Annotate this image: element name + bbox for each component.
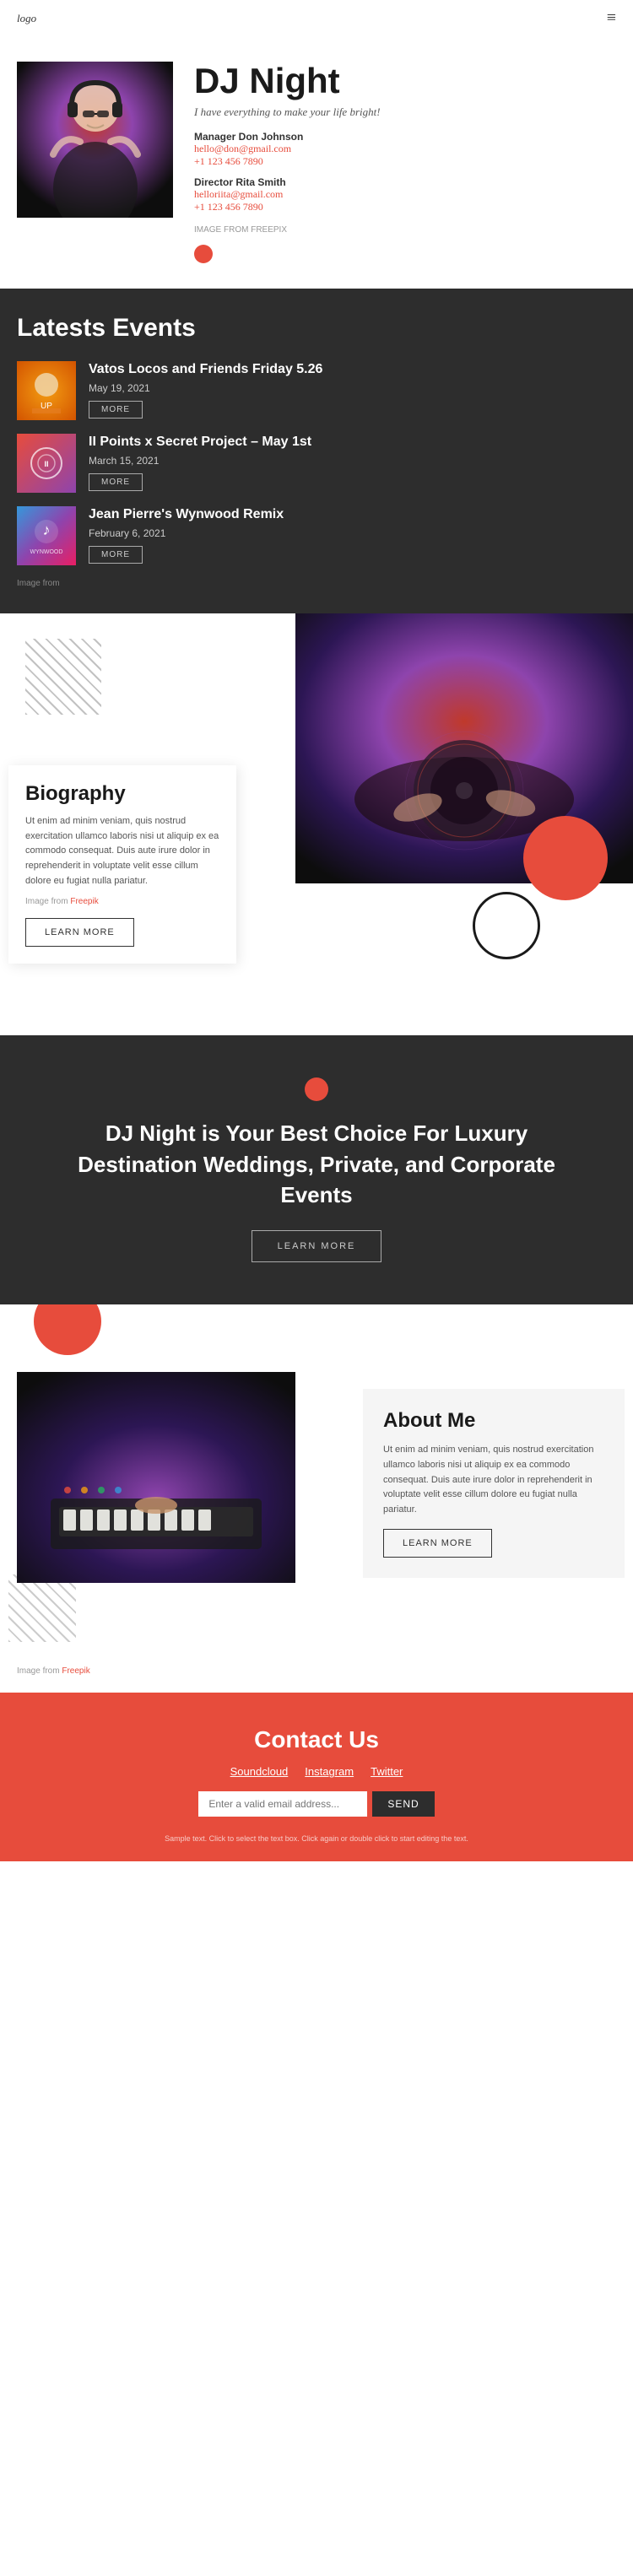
footer-note: Sample text. Click to select the text bo… [17, 1833, 616, 1844]
about-image-from-link[interactable]: Freepik [62, 1666, 89, 1676]
event-date-3: February 6, 2021 [89, 527, 616, 539]
event-more-btn-3[interactable]: MORE [89, 546, 143, 564]
about-image-from: Image from Freepik [17, 1666, 90, 1676]
send-button[interactable]: SEND [372, 1791, 434, 1817]
contact-link-soundcloud[interactable]: Soundcloud [230, 1765, 289, 1778]
header: logo ≡ [0, 0, 633, 36]
event-name-1: Vatos Locos and Friends Friday 5.26 [89, 361, 616, 379]
contact-section: Manager Don Johnson hello@don@gmail.com … [194, 131, 616, 213]
events-section: Latests Events UP Vatos Locos and Friend… [0, 289, 633, 613]
about-title: About Me [383, 1409, 604, 1433]
bio-title: Biography [25, 782, 219, 806]
contact-title: Contact Us [17, 1726, 616, 1753]
contact-form: SEND [17, 1791, 616, 1817]
contact-link-instagram[interactable]: Instagram [305, 1765, 354, 1778]
hero-image-from: IMAGE FROM FREEPIX [194, 225, 616, 235]
hero-red-dot [194, 245, 213, 263]
event-thumb-2: II [17, 434, 76, 493]
director-phone: +1 123 456 7890 [194, 201, 616, 213]
hero-subtitle: I have everything to make your life brig… [194, 105, 616, 119]
cta-learn-more-btn[interactable]: LEARN MORE [252, 1230, 382, 1262]
event-item-3: ♪ WYNWOOD Jean Pierre's Wynwood Remix Fe… [17, 506, 616, 565]
hero-title: DJ Night [194, 62, 616, 100]
event-date-2: March 15, 2021 [89, 455, 616, 467]
director-email: helloriita@gmail.com [194, 188, 616, 201]
bio-image-from-link[interactable]: Freepik [70, 897, 98, 906]
cta-red-dot [305, 1077, 328, 1101]
event-thumb-1: UP [17, 361, 76, 420]
about-section: About Me Ut enim ad minim veniam, quis n… [0, 1304, 633, 1693]
contact-links: Soundcloud Instagram Twitter [17, 1765, 616, 1778]
hamburger-icon[interactable]: ≡ [607, 8, 616, 28]
bio-card: Biography Ut enim ad minim veniam, quis … [8, 765, 236, 964]
email-input[interactable] [198, 1791, 367, 1817]
about-red-circle [34, 1304, 101, 1355]
bio-image-from: Image from Freepik [25, 897, 219, 906]
hero-section: DJ Night I have everything to make your … [0, 36, 633, 289]
about-learn-more-btn[interactable]: LEARN MORE [383, 1529, 492, 1558]
event-info-1: Vatos Locos and Friends Friday 5.26 May … [76, 361, 616, 419]
biography-section: Biography Ut enim ad minim veniam, quis … [0, 613, 633, 1035]
about-image [17, 1372, 295, 1583]
manager-name: Manager Don Johnson [194, 131, 616, 143]
event-more-btn-1[interactable]: MORE [89, 401, 143, 419]
hero-image [17, 62, 173, 218]
bio-black-circle [473, 892, 540, 959]
hero-person-svg [17, 62, 173, 218]
manager-phone: +1 123 456 7890 [194, 155, 616, 168]
bio-learn-more-btn[interactable]: LEARN MORE [25, 918, 134, 947]
cta-section: DJ Night is Your Best Choice For Luxury … [0, 1035, 633, 1304]
bio-red-circle [523, 816, 608, 900]
event-name-3: Jean Pierre's Wynwood Remix [89, 506, 616, 524]
director-name: Director Rita Smith [194, 176, 616, 188]
bio-text: Ut enim ad minim veniam, quis nostrud ex… [25, 814, 219, 888]
svg-text:II: II [44, 460, 48, 468]
event-thumb-3: ♪ WYNWOOD [17, 506, 76, 565]
svg-text:WYNWOOD: WYNWOOD [30, 549, 63, 555]
hero-content: DJ Night I have everything to make your … [173, 62, 616, 263]
event-info-2: II Points x Secret Project – May 1st Mar… [76, 434, 616, 491]
event-info-3: Jean Pierre's Wynwood Remix February 6, … [76, 506, 616, 564]
manager-email: hello@don@gmail.com [194, 143, 616, 155]
event-name-2: II Points x Secret Project – May 1st [89, 434, 616, 451]
svg-text:♪: ♪ [43, 521, 51, 538]
about-stripe-decoration [8, 1574, 76, 1642]
about-text: Ut enim ad minim veniam, quis nostrud ex… [383, 1443, 604, 1517]
event-item-2: II II Points x Secret Project – May 1st … [17, 434, 616, 493]
event-more-btn-2[interactable]: MORE [89, 473, 143, 491]
event-item-1: UP Vatos Locos and Friends Friday 5.26 M… [17, 361, 616, 420]
event-date-1: May 19, 2021 [89, 382, 616, 394]
cta-title: DJ Night is Your Best Choice For Luxury … [68, 1118, 565, 1210]
events-image-from: Image from [17, 579, 616, 588]
events-title: Latests Events [17, 314, 616, 343]
contact-link-twitter[interactable]: Twitter [371, 1765, 403, 1778]
logo: logo [17, 12, 36, 25]
bio-stripe-decoration [25, 639, 101, 715]
contact-footer: Contact Us Soundcloud Instagram Twitter … [0, 1693, 633, 1861]
about-card: About Me Ut enim ad minim veniam, quis n… [363, 1389, 625, 1578]
